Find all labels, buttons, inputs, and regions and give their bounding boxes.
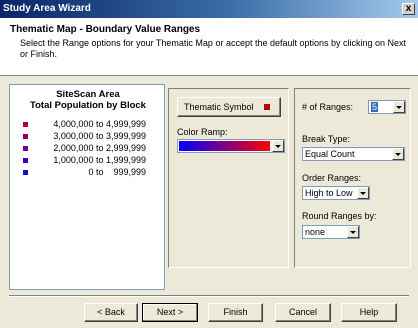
legend-swatch [23,146,28,151]
num-ranges-select[interactable]: 5 [368,100,406,114]
legend-swatch [23,158,28,163]
break-type-select[interactable]: Equal Count [302,147,405,161]
legend-row: 0 to 999,999 [10,167,166,179]
order-ranges-select[interactable]: High to Low [302,186,370,200]
legend-title-line2: Total Population by Block [30,100,146,111]
round-ranges-label: Round Ranges by: [302,211,377,221]
finish-button[interactable]: Finish [208,303,263,322]
close-icon: x [405,3,412,14]
back-button[interactable]: < Back [84,303,138,322]
round-ranges-select[interactable]: none [302,225,360,239]
legend-title-line1: SiteScan Area [56,89,120,100]
next-button[interactable]: Next > [142,303,198,322]
legend-row: 2,000,000 to 2,999,999 [10,143,166,155]
legend-panel: SiteScan Area Total Population by Block … [9,84,165,290]
legend-swatch [23,122,28,127]
chevron-down-icon [395,153,401,156]
legend-swatch [23,134,28,139]
legend-range: 3,000,000 to 3,999,999 [53,131,146,141]
title-bar: Study Area Wizard x [0,0,418,18]
order-ranges-dropdown-button[interactable] [357,187,369,199]
symbol-panel: Thematic Symbol Color Ramp: [168,88,289,268]
header-description: Select the Range options for your Themat… [20,38,407,59]
num-ranges-label: # of Ranges: [302,102,354,112]
color-ramp-gradient [179,141,270,151]
order-ranges-label: Order Ranges: [302,173,362,183]
round-ranges-value: none [305,227,326,237]
ranges-panel: # of Ranges: 5 Break Type: Equal Count O… [294,88,411,268]
thematic-symbol-label: Thematic Symbol [184,102,254,112]
order-ranges-value: High to Low [305,188,353,198]
legend-range: 2,000,000 to 2,999,999 [53,143,146,153]
legend-row: 3,000,000 to 3,999,999 [10,131,166,143]
footer-divider [9,295,409,297]
break-type-label: Break Type: [302,134,350,144]
break-type-value: Equal Count [305,149,355,159]
symbol-swatch-icon [264,104,270,110]
color-ramp-dropdown-button[interactable] [272,140,284,152]
legend-range: 4,000,000 to 4,999,999 [53,119,146,129]
color-ramp-label: Color Ramp: [177,127,228,137]
chevron-down-icon [275,145,281,148]
num-ranges-dropdown-button[interactable] [393,101,405,113]
legend-row: 1,000,000 to 1,999,999 [10,155,166,167]
color-ramp-select[interactable] [177,139,285,153]
legend-title: SiteScan Area Total Population by Block [10,89,166,111]
header-title: Thematic Map - Boundary Value Ranges [10,24,201,35]
round-ranges-dropdown-button[interactable] [347,226,359,238]
chevron-down-icon [350,231,356,234]
legend-range: 1,000,000 to 1,999,999 [53,155,146,165]
chevron-down-icon [396,106,402,109]
legend-row: 4,000,000 to 4,999,999 [10,119,166,131]
break-type-dropdown-button[interactable] [392,148,404,160]
wizard-header: Thematic Map - Boundary Value Ranges Sel… [0,18,418,76]
legend-swatch [23,170,28,175]
chevron-down-icon [360,192,366,195]
thematic-symbol-button[interactable]: Thematic Symbol [177,97,281,117]
num-ranges-value: 5 [371,102,379,112]
legend-range: 0 to 999,999 [88,167,146,177]
close-button[interactable]: x [402,3,415,15]
help-button[interactable]: Help [341,303,397,322]
window-title: Study Area Wizard [3,3,91,14]
cancel-button[interactable]: Cancel [275,303,331,322]
